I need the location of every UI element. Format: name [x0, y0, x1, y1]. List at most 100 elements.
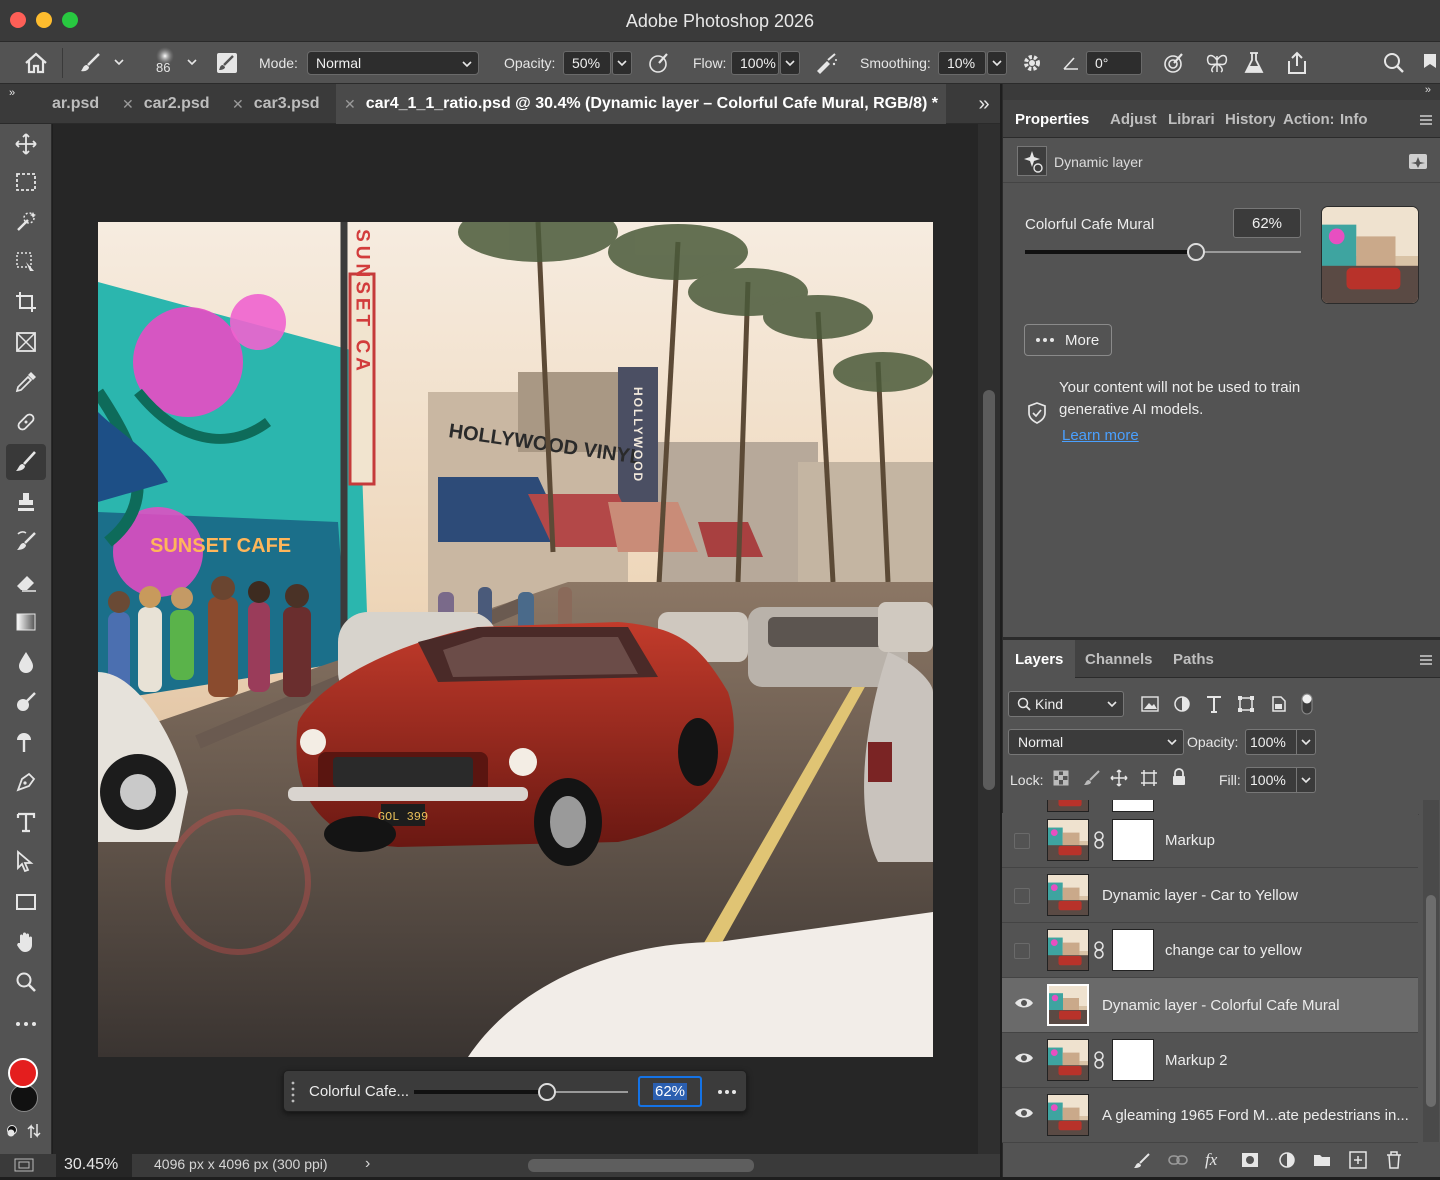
canvas-vertical-scrollbar[interactable] — [978, 124, 1000, 1154]
close-icon[interactable]: ✕ — [344, 96, 356, 113]
adjustment-layer-icon[interactable] — [1278, 1151, 1296, 1172]
mask-link-icon[interactable] — [1094, 941, 1104, 962]
learn-more-link[interactable]: Learn more — [1062, 427, 1139, 444]
panel-menu-icon[interactable] — [1419, 113, 1433, 129]
context-value-input[interactable]: 62% — [638, 1076, 702, 1107]
context-slider-knob[interactable] — [537, 1083, 556, 1101]
new-layer-icon[interactable] — [1349, 1151, 1367, 1172]
background-color-swatch[interactable] — [10, 1084, 38, 1112]
fill-input[interactable]: 100% — [1245, 767, 1297, 793]
flow-dropdown[interactable] — [780, 51, 800, 75]
magnify-dodge-tool[interactable] — [6, 724, 46, 760]
zoom-level-field[interactable]: 30.45% — [56, 1154, 132, 1177]
panel-menu-icon[interactable] — [1419, 653, 1433, 669]
tab-car2-psd[interactable]: ✕ car2.psd — [114, 84, 224, 124]
layer-filter-select[interactable]: Kind — [1008, 691, 1124, 717]
search-icon[interactable] — [1380, 51, 1408, 75]
layer-effects-icon[interactable]: fx — [1205, 1150, 1217, 1170]
shape-filter-icon[interactable] — [1237, 695, 1255, 716]
folder-icon[interactable] — [1313, 1153, 1331, 1170]
tab-paths[interactable]: Paths — [1173, 640, 1214, 678]
drag-handle-icon[interactable] — [290, 1079, 296, 1105]
tab-actions[interactable]: Action: — [1283, 100, 1333, 138]
smoothing-input[interactable]: 10% — [938, 51, 986, 75]
home-icon[interactable] — [20, 51, 52, 75]
layer-opacity-dropdown[interactable] — [1296, 729, 1316, 755]
default-colors-icon[interactable] — [6, 1124, 18, 1138]
canvas-icon[interactable] — [14, 1158, 34, 1176]
healing-brush-tool[interactable] — [6, 404, 46, 440]
mask-link-icon[interactable] — [1094, 831, 1104, 852]
tab-libraries[interactable]: Librari — [1168, 100, 1215, 138]
eye-icon[interactable] — [1014, 1051, 1034, 1071]
opacity-input[interactable]: 50% — [563, 51, 611, 75]
flask-icon[interactable] — [1240, 51, 1268, 75]
discover-icon[interactable] — [1420, 51, 1440, 75]
close-icon[interactable]: ✕ — [122, 96, 134, 113]
brush-icon[interactable] — [1133, 1152, 1151, 1173]
layer-row-dynamic-colorful-cafe-mural[interactable]: Dynamic layer - Colorful Cafe Mural — [1002, 978, 1418, 1033]
layers-scrollbar-thumb[interactable] — [1426, 895, 1436, 1107]
lock-position-icon[interactable] — [1110, 769, 1128, 790]
eraser-tool[interactable] — [6, 564, 46, 600]
swap-colors-icon[interactable] — [26, 1122, 42, 1140]
layer-mask-thumbnail[interactable] — [1112, 819, 1154, 861]
foreground-color-swatch[interactable] — [8, 1058, 38, 1088]
tab-car4-psd[interactable]: ✕ car4_1_1_ratio.psd @ 30.4% (Dynamic la… — [336, 84, 946, 124]
visibility-toggle[interactable] — [1014, 943, 1030, 959]
move-tool[interactable] — [6, 126, 46, 162]
pen-tool[interactable] — [6, 764, 46, 800]
smart-object-filter-icon[interactable] — [1269, 695, 1287, 716]
history-brush-tool[interactable] — [6, 524, 46, 560]
brush-tool[interactable] — [6, 444, 46, 480]
context-slider-track[interactable] — [414, 1083, 628, 1101]
mural-slider-track[interactable] — [1025, 243, 1301, 261]
lock-pixels-icon[interactable] — [1083, 769, 1101, 790]
more-tabs-icon[interactable]: » — [970, 92, 998, 116]
visibility-toggle[interactable] — [1014, 833, 1030, 849]
layer-mask-thumbnail[interactable] — [1112, 1039, 1154, 1081]
tab-channels[interactable]: Channels — [1085, 640, 1153, 678]
mural-preview-thumbnail[interactable] — [1321, 206, 1419, 304]
dodge-tool[interactable] — [6, 684, 46, 720]
lock-artboard-icon[interactable] — [1140, 769, 1158, 790]
eye-icon[interactable] — [1014, 1106, 1034, 1126]
tab-ar-psd[interactable]: ar.psd — [52, 84, 114, 124]
layer-row-dynamic-car-to-yellow[interactable]: Dynamic layer - Car to Yellow — [1002, 868, 1418, 923]
visibility-toggle[interactable] — [1014, 888, 1030, 904]
type-filter-icon[interactable] — [1206, 695, 1222, 716]
fill-dropdown[interactable] — [1296, 767, 1316, 793]
mask-link-icon[interactable] — [1094, 1051, 1104, 1072]
airbrush-icon[interactable] — [812, 51, 840, 75]
lock-all-icon[interactable] — [1171, 768, 1187, 789]
pressure-opacity-icon[interactable] — [646, 51, 672, 75]
eye-icon[interactable] — [1014, 996, 1034, 1016]
document-canvas[interactable]: SUNSET CAFE SUNSET CA HOLLYWOOD VINYL HO… — [98, 222, 933, 1057]
tab-car3-psd[interactable]: ✕ car3.psd — [226, 84, 336, 124]
chevron-down-icon[interactable] — [112, 55, 126, 69]
lock-transparent-icon[interactable] — [1053, 770, 1069, 789]
mode-select[interactable]: Normal — [307, 51, 479, 75]
layer-row-change-car-to-yellow[interactable]: change car to yellow — [1002, 923, 1418, 978]
tab-properties[interactable]: Properties — [1015, 100, 1089, 138]
path-selection-tool[interactable] — [6, 844, 46, 880]
expand-toolbar-icon[interactable]: » — [4, 86, 20, 100]
chevron-down-icon[interactable] — [185, 55, 199, 69]
trash-icon[interactable] — [1386, 1151, 1402, 1172]
blend-mode-select[interactable]: Normal — [1008, 729, 1184, 755]
opacity-dropdown[interactable] — [612, 51, 632, 75]
layer-opacity-input[interactable]: 100% — [1245, 729, 1297, 755]
mural-value-input[interactable]: 62% — [1233, 208, 1301, 238]
layer-row-markup-2[interactable]: Markup 2 — [1002, 1033, 1418, 1088]
scrollbar-thumb[interactable] — [983, 390, 995, 790]
edit-toolbar-button[interactable] — [6, 1006, 46, 1042]
hand-tool[interactable] — [6, 924, 46, 960]
status-menu-arrow[interactable]: › — [365, 1155, 370, 1173]
adjustment-filter-icon[interactable] — [1173, 695, 1191, 716]
object-selection-tool[interactable] — [6, 204, 46, 240]
tab-adjust[interactable]: Adjust — [1110, 100, 1157, 138]
zoom-tool[interactable] — [6, 964, 46, 1000]
frame-tool[interactable] — [6, 324, 46, 360]
pressure-size-icon[interactable] — [1160, 51, 1188, 75]
add-mask-icon[interactable] — [1241, 1152, 1259, 1171]
